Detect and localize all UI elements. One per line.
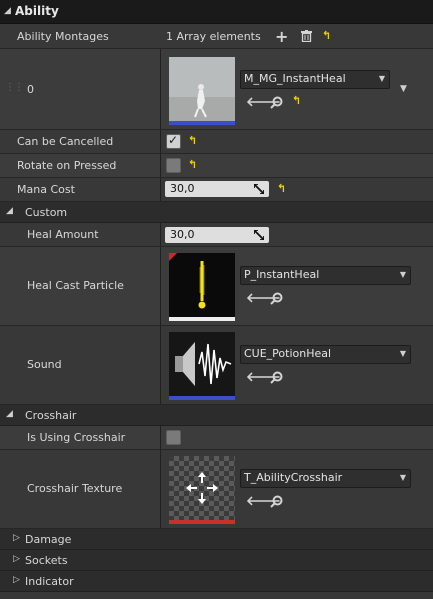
montage-asset-combo[interactable]: M_MG_InstantHeal ▼ — [240, 70, 390, 89]
character-preview-icon — [169, 84, 235, 125]
sound-thumbnail[interactable] — [169, 332, 235, 400]
browse-search-icon[interactable] — [270, 495, 283, 508]
reset-default-icon[interactable]: ↰ — [277, 182, 286, 195]
section-header-crosshair[interactable]: ◢ Crosshair — [0, 405, 433, 426]
heal-amount-value: 30,0 — [170, 228, 195, 241]
browse-search-icon[interactable] — [270, 371, 283, 384]
section-header-indicator[interactable]: ▷ Indicator — [0, 571, 433, 592]
speaker-waveform-icon — [169, 332, 235, 400]
particle-asset-combo[interactable]: P_InstantHeal ▼ — [240, 266, 411, 285]
panel-footer — [0, 592, 433, 599]
section-title: Sockets — [25, 554, 68, 567]
chevron-down-icon: ▼ — [399, 349, 406, 358]
mana-cost-input[interactable]: 30,0 — [165, 181, 269, 197]
property-row-crosshair-texture: Crosshair Texture T_AbilityCrosshair ▼ 🡐 — [0, 450, 433, 529]
category-title: Ability — [15, 4, 59, 18]
property-label: Can be Cancelled — [17, 135, 114, 148]
can-be-cancelled-checkbox[interactable]: ✓ — [166, 133, 181, 149]
chevron-down-icon: ▼ — [378, 74, 385, 83]
heal-amount-input[interactable]: 30,0 — [165, 227, 269, 243]
checkmark-icon: ✓ — [168, 133, 179, 147]
is-using-crosshair-checkbox[interactable] — [166, 430, 181, 445]
montage-thumbnail[interactable] — [169, 57, 235, 125]
property-row-is-using-crosshair: Is Using Crosshair — [0, 426, 433, 450]
drag-resize-icon — [254, 230, 264, 240]
collapsed-arrow-icon: ▷ — [13, 533, 20, 543]
property-label: Is Using Crosshair — [27, 431, 126, 444]
property-label: Mana Cost — [17, 183, 75, 196]
texture-asset-combo[interactable]: T_AbilityCrosshair ▼ — [240, 469, 411, 488]
reset-default-icon[interactable]: ↰ — [322, 29, 331, 42]
property-row-mana-cost: Mana Cost 30,0 ↰ — [0, 178, 433, 202]
section-title: Indicator — [25, 575, 74, 588]
expanded-arrow-icon: ◢ — [6, 206, 13, 216]
section-header-sockets[interactable]: ▷ Sockets — [0, 550, 433, 571]
chevron-down-icon: ▼ — [399, 270, 406, 279]
property-label: Ability Montages — [17, 30, 109, 43]
section-title: Crosshair — [25, 409, 77, 422]
property-row-sound: Sound CUE_PotionHeal ▼ 🡐 — [0, 326, 433, 405]
section-title: Custom — [25, 206, 68, 219]
property-label: Heal Cast Particle — [27, 279, 124, 292]
expanded-arrow-icon: ◢ — [6, 409, 13, 419]
element-index: 0 — [27, 83, 34, 96]
reset-default-icon[interactable]: ↰ — [188, 158, 197, 171]
array-count: 1 Array elements — [166, 30, 261, 43]
mana-cost-value: 30,0 — [170, 182, 195, 195]
browse-search-icon[interactable] — [270, 96, 283, 109]
chevron-down-icon: ▼ — [399, 473, 406, 482]
sound-asset-combo[interactable]: CUE_PotionHeal ▼ — [240, 345, 411, 364]
property-row-can-be-cancelled: Can be Cancelled ✓ ↰ — [0, 130, 433, 154]
element-options-chevron-icon[interactable]: ▼ — [400, 84, 407, 94]
crosshair-texture-icon — [169, 456, 235, 524]
category-header-ability[interactable]: ◢ Ability — [0, 0, 433, 24]
property-row-rotate-on-pressed: Rotate on Pressed ↰ — [0, 154, 433, 178]
asset-name: CUE_PotionHeal — [244, 347, 332, 360]
rotate-on-pressed-checkbox[interactable] — [166, 158, 181, 173]
collapsed-arrow-icon: ▷ — [13, 575, 20, 585]
collapse-arrow-icon[interactable]: ◢ — [4, 6, 11, 16]
section-header-damage[interactable]: ▷ Damage — [0, 529, 433, 550]
property-row-heal-cast-particle: Heal Cast Particle P_InstantHeal ▼ 🡐 — [0, 247, 433, 326]
particle-thumbnail[interactable] — [169, 253, 235, 321]
property-label: Sound — [27, 358, 62, 371]
collapsed-arrow-icon: ▷ — [13, 554, 20, 564]
trash-icon[interactable] — [301, 30, 312, 42]
property-label: Rotate on Pressed — [17, 159, 117, 172]
asset-name: M_MG_InstantHeal — [244, 72, 346, 85]
property-label: Heal Amount — [27, 228, 99, 241]
particle-preview-icon — [169, 253, 235, 321]
drag-handle-icon[interactable]: ⋮⋮ — [5, 82, 24, 93]
reset-default-icon[interactable]: ↰ — [188, 134, 197, 147]
reset-default-icon[interactable]: ↰ — [292, 94, 301, 107]
property-row-ability-montages: Ability Montages 1 Array elements + ↰ — [0, 24, 433, 49]
asset-name: T_AbilityCrosshair — [244, 471, 343, 484]
asset-name: P_InstantHeal — [244, 268, 320, 281]
browse-search-icon[interactable] — [270, 292, 283, 305]
section-header-custom[interactable]: ◢ Custom — [0, 202, 433, 223]
add-element-icon[interactable]: + — [275, 27, 288, 46]
property-label: Crosshair Texture — [27, 482, 123, 495]
property-row-heal-amount: Heal Amount 30,0 — [0, 223, 433, 247]
drag-resize-icon — [254, 184, 264, 194]
array-element-row: ⋮⋮ 0 M_MG_InstantHeal ▼ 🡐 ↰ ▼ — [0, 49, 433, 130]
texture-thumbnail[interactable] — [169, 456, 235, 524]
section-title: Damage — [25, 533, 72, 546]
